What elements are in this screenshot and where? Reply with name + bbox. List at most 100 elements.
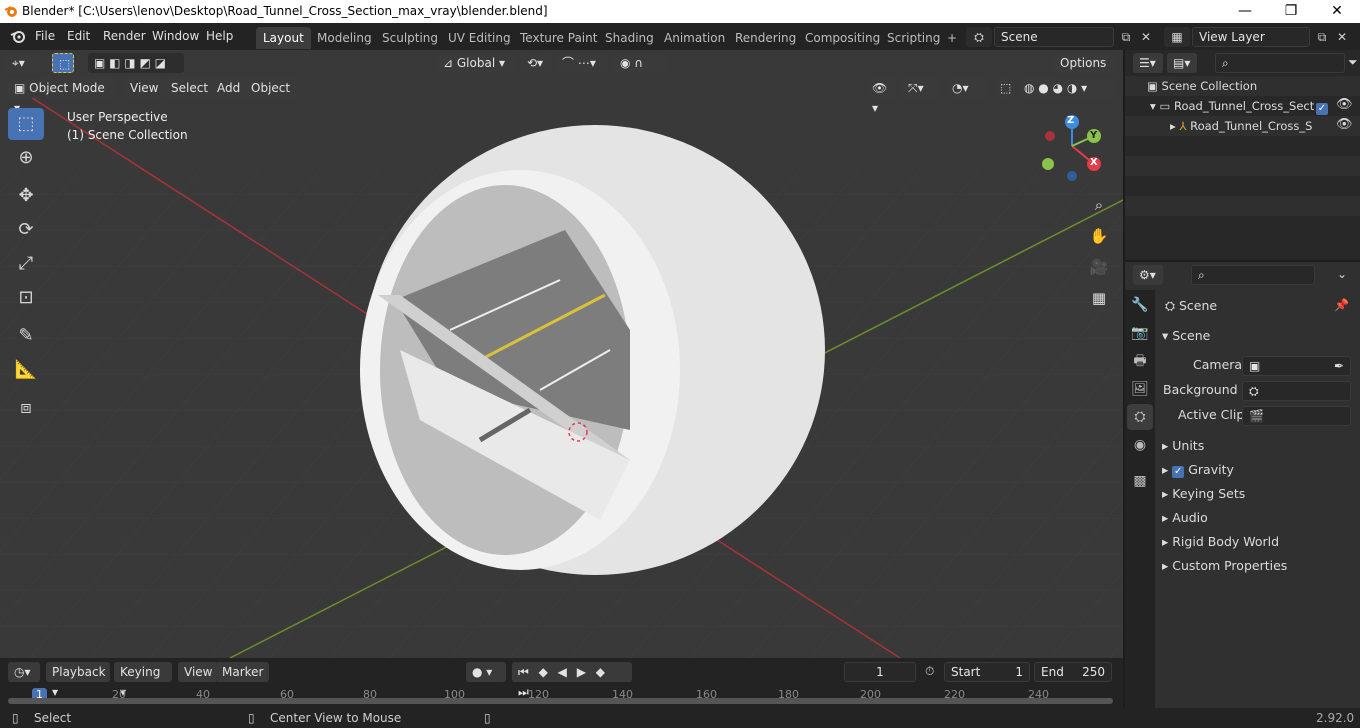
start-frame-field[interactable]: Start 1 [944,662,1030,682]
tab-layout[interactable]: Layout [256,27,311,49]
camera-view-icon[interactable]: 🎥 [1085,253,1113,281]
end-frame-field[interactable]: End 250 [1034,662,1112,682]
gizmo-toggle-icon[interactable]: ⤧▾ [902,78,938,98]
viewport-menu-object[interactable]: Object [245,78,297,98]
outliner-item-object[interactable]: ▸ ⅄ Road_Tunnel_Cross_S [1170,116,1315,136]
playback-controls[interactable]: ⏮ ◆ ◀ ▶ ◆ ⏭ [512,662,632,699]
shading-mode-icons[interactable]: ◍ ● ◕ ◑ ▾ [1018,78,1114,98]
viewport-menu-view[interactable]: View [124,78,165,98]
new-scene-icon[interactable]: ⧉ [1116,27,1136,47]
tool-tab-icon[interactable]: 🔧 [1127,292,1153,318]
close-button[interactable]: ✕ [1314,0,1360,23]
object-visibility-eye-icon[interactable]: 👁 [1336,117,1353,132]
panel-scene[interactable]: ▾ Scene [1162,324,1210,348]
xray-icon[interactable]: ⬚ [994,78,1014,98]
menu-edit[interactable]: Edit [67,29,90,43]
overlays-toggle-icon[interactable]: ◔▾ [946,78,986,98]
pivot-point-icon[interactable]: ⟲▾ [521,53,551,73]
outliner-display-mode-icon[interactable]: ▤▾ [1167,53,1197,73]
tab-sculpting[interactable]: Sculpting [375,27,445,49]
rotate-tool-icon[interactable]: ⟳ [8,214,44,246]
transform-tool-icon[interactable]: ⊡ [8,282,44,314]
timeline-menu-marker[interactable]: Marker [216,662,270,682]
scene-tab-icon[interactable]: ⛭ [1127,404,1153,430]
properties-options-chevron-icon[interactable]: ⌄ [1337,267,1347,281]
gravity-checkbox[interactable]: ✓ [1172,466,1185,478]
view-layer-tab-icon[interactable]: 🖼 [1127,376,1153,402]
auto-keying-icon[interactable]: ● ▾ [466,662,506,682]
viewport-menu-select[interactable]: Select [165,78,215,98]
menu-help[interactable]: Help [206,29,233,43]
select-box-icon[interactable]: ⬚ [52,53,74,73]
active-clip-field[interactable]: 🎬 [1242,406,1351,426]
timeline-editor-type-icon[interactable]: ◷▾ [8,662,40,682]
panel-custom-properties[interactable]: ▸ Custom Properties [1162,554,1287,578]
minimize-button[interactable]: — [1222,0,1268,23]
tab-texture-paint[interactable]: Texture Paint [513,27,604,49]
background-scene-field[interactable]: ⛭ [1242,381,1351,401]
collection-visibility-eye-icon[interactable]: 👁 [1336,97,1353,112]
blender-menu-icon[interactable] [10,28,28,46]
stopwatch-icon[interactable]: ⏱ [925,664,934,679]
scene-icon[interactable]: ⛭ [966,27,992,47]
object-mode-dropdown[interactable]: ▣ Object Mode ▾ [8,78,118,115]
delete-scene-icon[interactable]: ✕ [1136,27,1156,47]
menu-window[interactable]: Window [152,29,199,43]
tab-compositing[interactable]: Compositing [798,27,887,49]
timeline-menu-view[interactable]: View [178,662,219,682]
3d-viewport[interactable]: User Perspective (1) Scene Collection Z … [0,50,1123,658]
collection-exclude-checkbox[interactable]: ✓ [1316,100,1328,115]
transform-orientation-dropdown[interactable]: ⊿ Global ▾ [437,53,515,73]
menu-render[interactable]: Render [103,29,146,43]
camera-field[interactable]: ▣ ✒ [1242,356,1351,376]
add-workspace-button[interactable]: + [940,27,964,49]
outliner-editor-type-icon[interactable]: ☰▾ [1133,53,1163,73]
panel-gravity[interactable]: ▸ ✓ Gravity [1162,458,1234,482]
current-frame-field[interactable]: 1 [844,662,916,682]
zoom-icon[interactable]: ⌕ [1085,191,1113,219]
properties-search-input[interactable]: ⌕ [1191,265,1315,285]
panel-audio[interactable]: ▸ Audio [1162,506,1208,530]
snap-icon[interactable]: ⌒ ⋯▾ [556,53,608,73]
delete-view-layer-icon[interactable]: ✕ [1332,27,1352,47]
panel-units[interactable]: ▸ Units [1162,434,1204,458]
select-tool-icon[interactable]: ⬚ [8,108,44,140]
proportional-edit-icon[interactable]: ◉ ∩ [614,53,666,73]
add-cube-tool-icon[interactable]: ⧈ [8,392,44,424]
tab-shading[interactable]: Shading [598,27,661,49]
output-tab-icon[interactable]: 🖶 [1127,348,1153,374]
eyedropper-icon[interactable]: ✒ [1334,357,1344,375]
ortho-grid-icon[interactable]: ▦ [1085,284,1113,312]
pan-hand-icon[interactable]: ✋ [1085,222,1113,250]
pin-icon[interactable]: 📌 [1334,298,1349,312]
options-dropdown[interactable]: Options ▾ [1054,53,1116,90]
selection-mode-icons[interactable]: ▣ ◧ ◨ ◩ ◪ [88,53,184,73]
annotate-tool-icon[interactable]: ✎ [8,320,44,352]
tab-scripting[interactable]: Scripting [880,27,947,49]
tab-uv-editing[interactable]: UV Editing [441,27,518,49]
editor-type-icon[interactable]: ⌖▾ [6,53,40,73]
new-view-layer-icon[interactable]: ⧉ [1312,27,1332,47]
world-tab-icon[interactable]: ◉ [1127,432,1153,458]
view-layer-field[interactable]: View Layer [1192,27,1310,47]
tab-rendering[interactable]: Rendering [728,27,803,49]
outliner-filter-icon[interactable]: ⏷ [1348,55,1358,70]
move-tool-icon[interactable]: ✥ [8,180,44,212]
render-tab-icon[interactable]: 📷 [1127,320,1153,346]
menu-file[interactable]: File [35,29,55,43]
keying-menu[interactable]: Keying ▾ [114,662,172,699]
tab-animation[interactable]: Animation [657,27,732,49]
scene-name-field[interactable]: Scene [994,27,1114,47]
view-layer-icon[interactable]: ▦ [1164,27,1190,47]
timeline-scrollbar[interactable] [8,698,1113,704]
maximize-button[interactable]: ❐ [1268,0,1314,23]
properties-editor-type-icon[interactable]: ⚙▾ [1133,265,1163,285]
cursor-tool-icon[interactable]: ⊕ [8,142,44,174]
playback-menu[interactable]: Playback ▾ [46,662,110,699]
scale-tool-icon[interactable]: ⤢ [8,248,44,280]
viewport-menu-add[interactable]: Add [211,78,247,98]
measure-tool-icon[interactable]: 📐 [8,354,44,386]
outliner-search-input[interactable]: ⌕ [1215,53,1345,73]
outliner-scene-collection[interactable]: ▣ Scene Collection [1147,76,1257,96]
panel-keying-sets[interactable]: ▸ Keying Sets [1162,482,1245,506]
